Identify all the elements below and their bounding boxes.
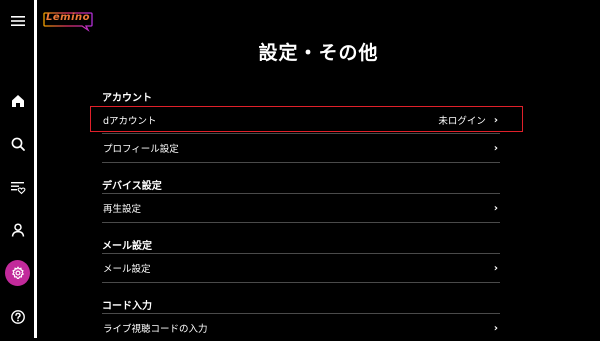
row-label: プロフィール設定 <box>103 144 179 155</box>
main-content: 設定・その他 アカウント dアカウント 未ログイン › プロフィール設定 › デ… <box>37 0 600 338</box>
row-label: ライブ視聴コードの入力 <box>103 324 208 335</box>
settings-active-badge <box>5 259 30 286</box>
chevron-right-icon: › <box>493 202 498 214</box>
row-label: メール設定 <box>103 264 151 275</box>
page-title: 設定・その他 <box>258 42 379 64</box>
row-divider <box>102 313 500 314</box>
help-icon[interactable] <box>5 304 30 329</box>
row-divider <box>102 193 500 194</box>
section-heading-mail: メール設定 <box>102 241 152 252</box>
row-divider <box>102 253 500 254</box>
row-label: 再生設定 <box>103 204 142 215</box>
section-heading-code: コード入力 <box>102 301 152 312</box>
row-profile-settings[interactable]: プロフィール設定 › <box>100 135 500 161</box>
home-icon[interactable] <box>5 88 30 113</box>
highlight-box <box>90 106 523 132</box>
hamburger-menu-icon[interactable] <box>5 8 30 33</box>
row-live-code-input[interactable]: ライブ視聴コードの入力 › <box>100 315 500 341</box>
sidebar <box>0 0 34 338</box>
row-mail-settings[interactable]: メール設定 › <box>100 255 500 281</box>
row-divider <box>102 222 500 223</box>
row-divider <box>102 162 500 163</box>
list-heart-icon[interactable] <box>5 174 30 199</box>
settings-nav-item[interactable] <box>5 259 30 286</box>
row-divider <box>102 133 500 134</box>
gear-icon <box>11 265 24 279</box>
section-heading-account: アカウント <box>102 93 152 104</box>
section-heading-device: デバイス設定 <box>102 181 162 192</box>
chevron-right-icon: › <box>493 142 498 154</box>
user-icon[interactable] <box>5 217 30 242</box>
chevron-right-icon: › <box>493 322 498 334</box>
row-divider <box>102 282 500 283</box>
search-icon[interactable] <box>5 131 30 156</box>
chevron-right-icon: › <box>493 262 498 274</box>
row-playback-settings[interactable]: 再生設定 › <box>100 195 500 221</box>
